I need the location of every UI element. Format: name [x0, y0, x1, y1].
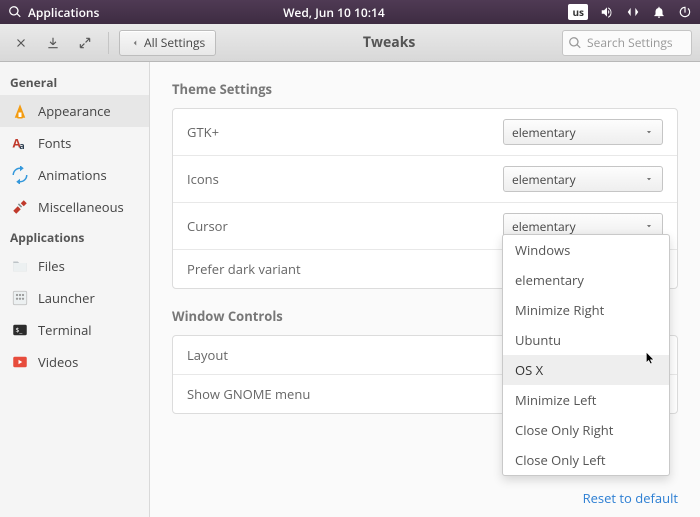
sidebar-item-videos[interactable]: Videos — [0, 346, 149, 378]
divider — [108, 32, 109, 54]
power-icon[interactable] — [678, 5, 692, 19]
chevron-down-icon — [644, 127, 654, 137]
misc-icon — [10, 197, 30, 217]
sidebar-item-appearance[interactable]: Appearance — [0, 95, 149, 127]
chevron-down-icon — [644, 221, 654, 231]
sound-icon[interactable] — [600, 5, 614, 19]
header-bar: All Settings Tweaks — [0, 24, 700, 62]
menu-item-elementary[interactable]: elementary — [503, 265, 669, 295]
menu-item-close-only-right[interactable]: Close Only Right — [503, 415, 669, 445]
top-panel: Applications Wed, Jun 10 10:14 us — [0, 0, 700, 24]
terminal-icon: $_ — [10, 320, 30, 340]
sidebar-item-files[interactable]: Files — [0, 250, 149, 282]
row-icons: Icons elementary — [173, 156, 677, 203]
animations-icon — [10, 165, 30, 185]
minimize-button[interactable] — [40, 30, 66, 56]
combo-value: elementary — [512, 218, 576, 235]
svg-text:a: a — [19, 139, 24, 152]
all-settings-button[interactable]: All Settings — [119, 30, 216, 56]
sidebar: General Appearance Aa Fonts Animations M… — [0, 62, 150, 517]
search-icon[interactable] — [8, 5, 22, 19]
gtk-label: GTK+ — [187, 123, 503, 141]
sidebar-item-fonts[interactable]: Aa Fonts — [0, 127, 149, 159]
launcher-icon — [10, 288, 30, 308]
mouse-cursor — [644, 349, 658, 371]
back-label: All Settings — [144, 34, 205, 51]
sidebar-item-label: Videos — [38, 353, 78, 371]
menu-item-minimize-right[interactable]: Minimize Right — [503, 295, 669, 325]
sidebar-section-applications: Applications — [0, 223, 149, 250]
gtk-combo[interactable]: elementary — [503, 119, 663, 145]
sidebar-item-launcher[interactable]: Launcher — [0, 282, 149, 314]
search-wrap — [562, 30, 692, 56]
menu-item-close-only-left[interactable]: Close Only Left — [503, 445, 669, 475]
sidebar-item-label: Miscellaneous — [38, 198, 124, 216]
chevron-down-icon — [644, 174, 654, 184]
applications-menu[interactable]: Applications — [28, 4, 99, 21]
window-title: Tweaks — [222, 33, 556, 52]
section-theme-settings: Theme Settings — [172, 80, 678, 98]
sidebar-item-miscellaneous[interactable]: Miscellaneous — [0, 191, 149, 223]
appearance-icon — [10, 101, 30, 121]
sidebar-item-label: Appearance — [38, 102, 111, 120]
sidebar-section-general: General — [0, 68, 149, 95]
chevron-left-icon — [130, 38, 140, 48]
main-area: General Appearance Aa Fonts Animations M… — [0, 62, 700, 517]
content-area: Theme Settings GTK+ elementary Icons ele… — [150, 62, 700, 517]
menu-item-windows[interactable]: Windows — [503, 235, 669, 265]
search-icon — [568, 36, 582, 50]
files-icon — [10, 256, 30, 276]
network-icon[interactable] — [626, 5, 640, 19]
sidebar-item-animations[interactable]: Animations — [0, 159, 149, 191]
sidebar-item-label: Fonts — [38, 134, 71, 152]
menu-item-minimize-left[interactable]: Minimize Left — [503, 385, 669, 415]
svg-text:$_: $_ — [16, 325, 23, 334]
keyboard-indicator[interactable]: us — [568, 4, 588, 20]
reset-link[interactable]: Reset to default — [583, 489, 678, 507]
combo-value: elementary — [512, 171, 576, 188]
combo-value: elementary — [512, 124, 576, 141]
sidebar-item-label: Launcher — [38, 289, 95, 307]
cursor-label: Cursor — [187, 217, 503, 235]
panel-clock[interactable]: Wed, Jun 10 10:14 — [99, 4, 568, 21]
icons-combo[interactable]: elementary — [503, 166, 663, 192]
sidebar-item-label: Files — [38, 257, 65, 275]
close-button[interactable] — [8, 30, 34, 56]
sidebar-item-terminal[interactable]: $_ Terminal — [0, 314, 149, 346]
row-gtk: GTK+ elementary — [173, 109, 677, 156]
maximize-button[interactable] — [72, 30, 98, 56]
fonts-icon: Aa — [10, 133, 30, 153]
videos-icon — [10, 352, 30, 372]
sidebar-item-label: Animations — [38, 166, 107, 184]
notifications-icon[interactable] — [652, 5, 666, 19]
icons-label: Icons — [187, 170, 503, 188]
sidebar-item-label: Terminal — [38, 321, 92, 339]
